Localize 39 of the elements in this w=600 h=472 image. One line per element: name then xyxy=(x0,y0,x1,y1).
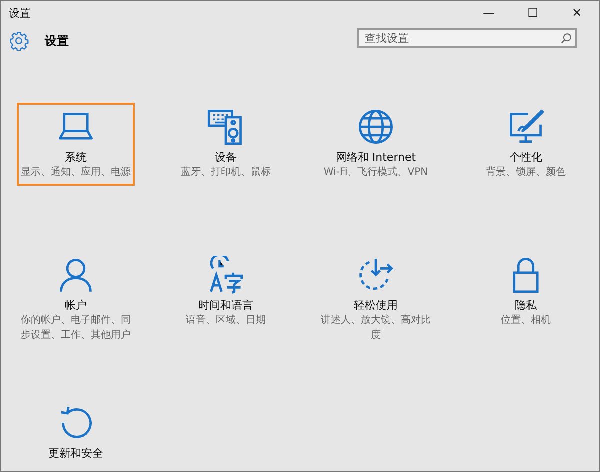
page-title: 设置 xyxy=(45,32,70,50)
tile-title: 个性化 xyxy=(510,150,542,165)
settings-tile[interactable]: 时间和语言 语音、区域、日期 xyxy=(167,251,285,334)
tile-description: 位置、相机 xyxy=(500,314,552,328)
minimize-button[interactable]: — xyxy=(467,1,511,25)
tile-description: 显示、通知、应用、电源 xyxy=(20,166,132,180)
tile-description: 讲述人、放大镜、高对比度 xyxy=(320,314,432,343)
search-icon[interactable] xyxy=(561,33,572,44)
tile-description: 蓝牙、打印机、鼠标 xyxy=(180,166,272,180)
tile-title: 系统 xyxy=(65,150,87,165)
tile-title: 更新和安全 xyxy=(48,446,104,461)
person-icon xyxy=(57,256,95,294)
settings-tile[interactable]: 系统 显示、通知、应用、电源 xyxy=(17,103,135,186)
window-title: 设置 xyxy=(9,6,31,20)
settings-icon xyxy=(9,31,29,51)
clock-character-icon xyxy=(207,256,245,294)
settings-tile[interactable]: 设备 蓝牙、打印机、鼠标 xyxy=(167,103,285,186)
tile-title: 设备 xyxy=(215,150,237,165)
tile-description: Wi-Fi、飞行模式、VPN xyxy=(322,166,430,180)
settings-tile[interactable]: 网络和 Internet Wi-Fi、飞行模式、VPN xyxy=(317,103,435,186)
tile-title: 帐户 xyxy=(65,298,87,313)
settings-tile[interactable]: 帐户 你的帐户、电子邮件、同步设置、工作、其他用户 xyxy=(17,251,135,349)
settings-tile[interactable]: 个性化 背景、锁屏、颜色 xyxy=(467,103,585,186)
settings-tile[interactable]: 隐私 位置、相机 xyxy=(467,251,585,334)
tile-description: 背景、锁屏、颜色 xyxy=(485,166,567,180)
maximize-button[interactable]: ☐ xyxy=(511,1,555,25)
tile-title: 时间和语言 xyxy=(198,298,254,313)
close-button[interactable]: ✕ xyxy=(555,1,599,25)
tile-title: 隐私 xyxy=(515,298,537,313)
settings-tile[interactable]: 更新和安全 xyxy=(17,399,135,467)
keyboard-speaker-icon xyxy=(207,108,245,146)
tile-description: 语音、区域、日期 xyxy=(185,314,267,328)
tile-title: 网络和 Internet xyxy=(336,150,416,165)
monitor-brush-icon xyxy=(507,108,545,146)
globe-icon xyxy=(357,108,395,146)
tile-description: 你的帐户、电子邮件、同步设置、工作、其他用户 xyxy=(20,314,132,343)
settings-tile[interactable]: 轻松使用 讲述人、放大镜、高对比度 xyxy=(317,251,435,349)
tile-title: 轻松使用 xyxy=(354,298,398,313)
search-field[interactable]: 查找设置 xyxy=(357,28,577,48)
